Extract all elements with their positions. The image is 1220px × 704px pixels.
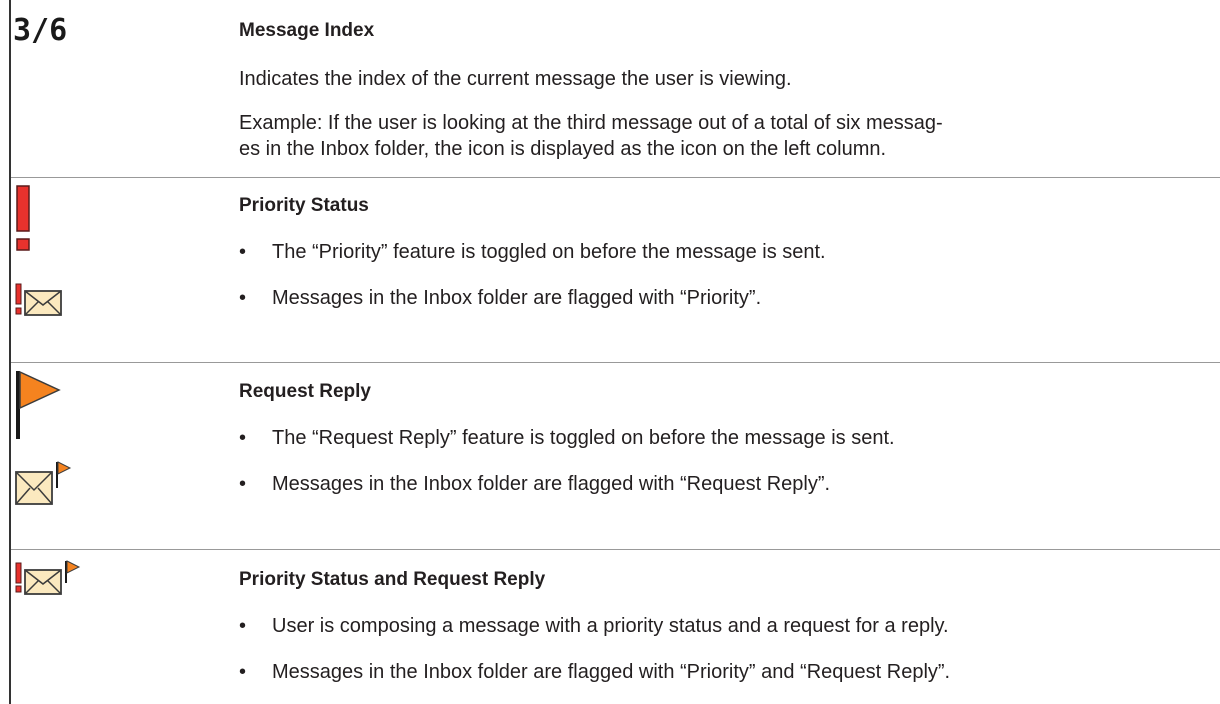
row-heading: Request Reply [239, 381, 371, 402]
row-divider [11, 177, 1220, 178]
row-divider [11, 362, 1220, 363]
row-example-line-1: Example: If the user is looking at the t… [239, 112, 943, 134]
row-description: Indicates the index of the current messa… [239, 68, 792, 90]
priority-exclamation-icon [16, 185, 32, 256]
row-heading: Priority Status and Request Reply [239, 569, 546, 590]
row-heading: Message Index [239, 20, 375, 41]
bullet-item: • Messages in the Inbox folder are flagg… [239, 661, 951, 683]
row-divider [11, 549, 1220, 550]
bullet-item: • The “Priority” feature is toggled on b… [239, 241, 826, 263]
row-example-line-2: es in the Inbox folder, the icon is disp… [239, 138, 887, 160]
bullet-item: • Messages in the Inbox folder are flagg… [239, 473, 831, 495]
bullet-item: • Messages in the Inbox folder are flagg… [239, 287, 762, 309]
message-index-icon: 3/6 [13, 13, 68, 48]
request-reply-flag-icon [15, 370, 65, 445]
priority-request-reply-envelope-icon [15, 560, 85, 601]
row-heading: Priority Status [239, 195, 369, 216]
priority-envelope-icon [15, 283, 75, 322]
table-left-border [9, 0, 11, 704]
bullet-item: • User is composing a message with a pri… [239, 615, 949, 637]
bullet-item: • The “Request Reply” feature is toggled… [239, 427, 895, 449]
request-reply-envelope-icon [15, 460, 75, 515]
